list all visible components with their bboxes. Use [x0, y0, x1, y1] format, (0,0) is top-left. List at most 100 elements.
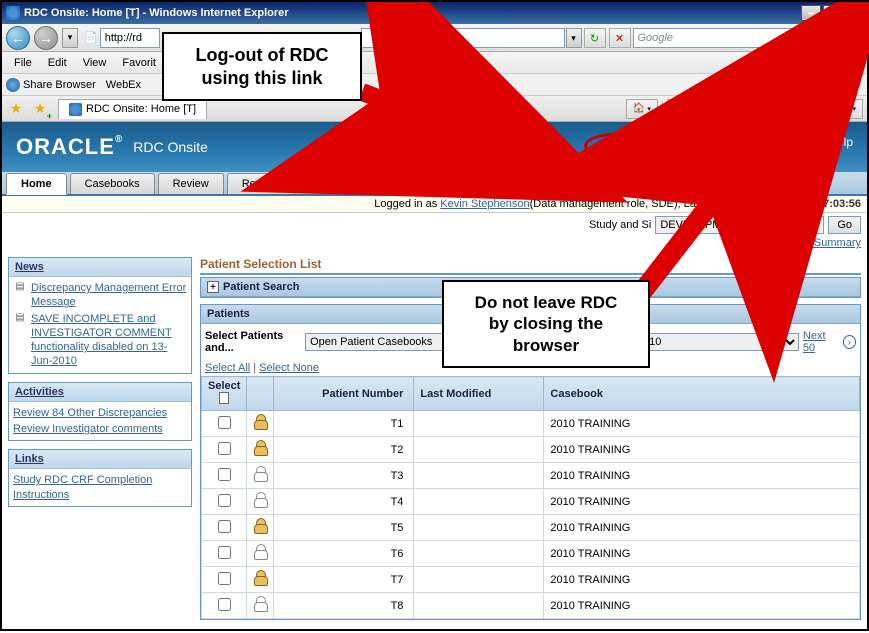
callout-logout: Log-out of RDC using this link — [162, 32, 362, 101]
menu-view[interactable]: View — [75, 57, 115, 69]
row-checkbox[interactable] — [218, 520, 231, 533]
webex-label: WebEx — [106, 79, 141, 91]
study-select[interactable]: DEVELOPMENT — [655, 216, 761, 234]
patient-icon[interactable] — [253, 440, 267, 456]
logout-link[interactable]: Logout — [584, 133, 647, 159]
row-checkbox[interactable] — [218, 572, 231, 585]
change-password-link[interactable]: ange Password — [732, 135, 815, 159]
activity-link[interactable]: Review Investigator comments — [13, 422, 163, 436]
user-link[interactable]: Kevin Stephenson — [440, 198, 529, 210]
col-last-modified[interactable]: Last Modified — [414, 377, 544, 411]
address-mid-input[interactable] — [361, 28, 565, 48]
news-item-link[interactable]: SAVE INCOMPLETE and INVESTIGATOR COMMENT… — [31, 312, 187, 369]
select-all-link[interactable]: Select All — [205, 362, 250, 374]
casebook-cell: 2010 TRAINING — [544, 567, 860, 593]
site-select[interactable]: 388203 — [765, 216, 824, 234]
patient-icon[interactable] — [253, 544, 267, 560]
preferences-link[interactable]: references — [661, 135, 718, 159]
row-checkbox[interactable] — [218, 442, 231, 455]
select-patients-label: Select Patients and... — [205, 330, 301, 354]
patient-icon[interactable] — [253, 492, 267, 508]
add-favorite-icon[interactable]: ★ — [30, 99, 50, 119]
patient-number-cell: T6 — [274, 541, 414, 567]
feeds-toolbar-button[interactable]: ▦▾ — [667, 99, 696, 119]
patient-icon[interactable] — [253, 570, 267, 586]
row-checkbox[interactable] — [218, 598, 231, 611]
row-checkbox[interactable] — [218, 546, 231, 559]
patient-icon[interactable] — [253, 518, 267, 534]
last-modified-cell — [414, 437, 544, 463]
sidebar-links-title[interactable]: Links — [9, 450, 191, 469]
row-checkbox[interactable] — [218, 416, 231, 429]
patient-icon[interactable] — [253, 414, 267, 430]
nav-history-dropdown[interactable]: ▾ — [62, 28, 78, 48]
menu-favorites[interactable]: Favorit — [114, 57, 164, 69]
close-window-button[interactable]: ✕ — [845, 5, 865, 21]
search-input[interactable] — [633, 28, 837, 48]
patient-icon[interactable] — [253, 596, 267, 612]
col-casebook[interactable]: Casebook — [544, 377, 860, 411]
study-go-button[interactable]: Go — [828, 216, 861, 234]
back-button[interactable]: ← — [6, 26, 30, 50]
favorites-bar: Share Browser WebEx — [2, 74, 867, 96]
oracle-logo: ORACLE® — [16, 134, 123, 160]
search-button[interactable]: 🔍 — [838, 28, 860, 48]
sidebar-links: Links Study RDC CRF Completion Instructi… — [8, 449, 192, 507]
refresh-button[interactable]: ↻ — [584, 28, 606, 48]
tools-toolbar-button[interactable]: ⚙ Tools▾ — [809, 99, 863, 119]
menu-file[interactable]: File — [6, 57, 40, 69]
tab-home[interactable]: Home — [6, 173, 67, 195]
browser-tab-bar: ★ ★ RDC Onsite: Home [T] 🏠▾ ▦▾ 🖶▾ 📄 Page… — [2, 96, 867, 122]
patient-search-label: Patient Search — [223, 281, 299, 293]
tab-casebooks[interactable]: Casebooks — [70, 173, 155, 194]
expand-search-button[interactable]: + — [207, 281, 219, 293]
window-title: RDC Onsite: Home [T] - Windows Internet … — [24, 7, 801, 19]
doc-icon: ▤ — [13, 281, 27, 310]
page-toolbar-button[interactable]: 📄 Page▾ — [743, 99, 800, 119]
forward-button[interactable]: → — [34, 26, 58, 50]
link-item[interactable]: Study RDC CRF Completion Instructions — [13, 473, 187, 502]
patients-table: Select Patient Number Last Modified Case… — [201, 376, 860, 619]
last-modified-cell — [414, 515, 544, 541]
activity-link[interactable]: Review 84 Other Discrepancies — [13, 406, 167, 420]
col-patient-number[interactable]: Patient Number — [274, 377, 414, 411]
address-input[interactable] — [100, 28, 160, 48]
minimize-button[interactable]: ⎯ — [801, 5, 821, 21]
stop-button[interactable]: ✕ — [609, 28, 631, 48]
casebook-cell: 2010 TRAINING — [544, 541, 860, 567]
casebook-cell: 2010 TRAINING — [544, 437, 860, 463]
study-site-summary-link[interactable]: Study and Site Summary — [739, 237, 861, 249]
patient-number-cell: T2 — [274, 437, 414, 463]
tab-favicon-icon — [69, 103, 82, 116]
menu-edit[interactable]: Edit — [40, 57, 75, 69]
webex-link[interactable]: WebEx — [106, 79, 141, 91]
globe-icon — [6, 78, 20, 92]
select-none-link[interactable]: Select None — [259, 362, 319, 374]
tab-review[interactable]: Review — [158, 173, 224, 194]
address-dropdown[interactable]: ▾ — [566, 28, 582, 48]
patient-icon[interactable] — [253, 466, 267, 482]
row-checkbox[interactable] — [218, 468, 231, 481]
maximize-button[interactable]: ☐ — [823, 5, 843, 21]
sidebar-activities-title[interactable]: Activities — [9, 383, 191, 402]
tab-reports[interactable]: Reports — [227, 173, 296, 194]
next-page-icon[interactable]: › — [843, 335, 856, 349]
row-checkbox[interactable] — [218, 494, 231, 507]
col-select[interactable]: Select — [202, 377, 247, 411]
casebook-cell: 2010 TRAINING — [544, 411, 860, 437]
next-page-link[interactable]: Next 50 — [803, 330, 839, 354]
tab-label: RDC Onsite: Home [T] — [86, 103, 196, 115]
help-link[interactable]: Help — [828, 135, 853, 159]
sidebar-news-title[interactable]: News — [9, 258, 191, 277]
col-icon — [247, 377, 274, 411]
news-item-link[interactable]: Discrepancy Management Error Message — [31, 281, 187, 310]
share-browser-link[interactable]: Share Browser — [6, 78, 96, 92]
casebook-cell: 2010 TRAINING — [544, 489, 860, 515]
home-toolbar-button[interactable]: 🏠▾ — [626, 99, 658, 119]
last-modified-cell — [414, 411, 544, 437]
print-toolbar-button[interactable]: 🖶▾ — [705, 99, 734, 119]
browser-tab[interactable]: RDC Onsite: Home [T] — [58, 99, 207, 119]
share-browser-label: Share Browser — [23, 79, 96, 91]
login-status-bar: Logged in as Kevin Stephenson(Data manag… — [2, 196, 867, 213]
favorites-star-icon[interactable]: ★ — [6, 99, 26, 119]
